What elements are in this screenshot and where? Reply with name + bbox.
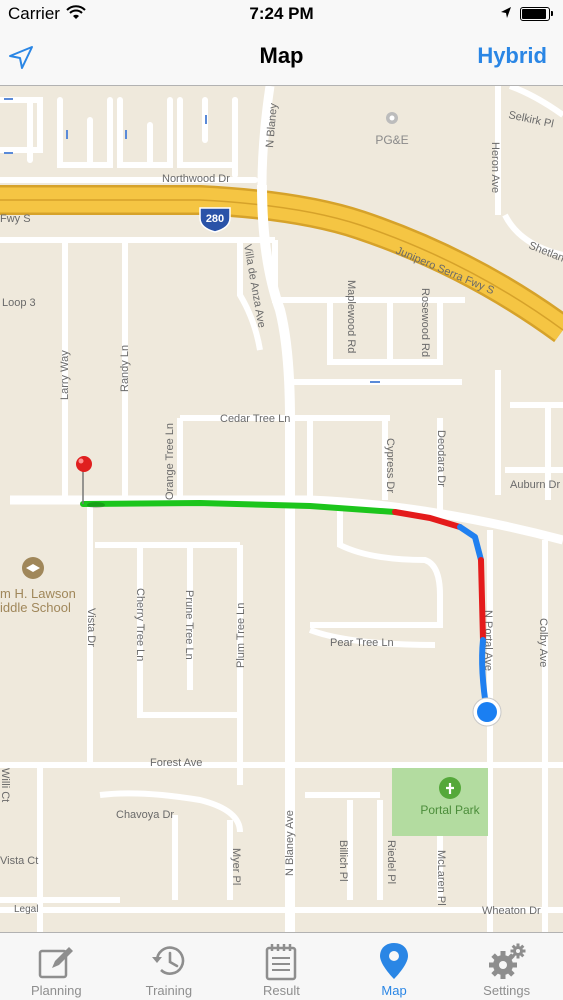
tab-settings[interactable]: Settings — [450, 933, 563, 1000]
road-label-maplewood: Maplewood Rd — [345, 280, 357, 353]
road-label-billich: Billich Pl — [337, 840, 349, 882]
legal-link[interactable]: Legal — [14, 904, 38, 915]
road-label-mclaren: McLaren Pl — [435, 850, 447, 906]
road-label-myer: Myer Pl — [230, 848, 242, 885]
tab-map[interactable]: Map — [338, 933, 451, 1000]
road-label-cypress: Cypress Dr — [384, 438, 396, 493]
portal-park-label: Portal Park — [420, 803, 480, 817]
road-label-riedel: Riedel Pl — [385, 840, 397, 884]
road-label-loop3: Loop 3 — [2, 297, 36, 309]
tab-bar: Planning Training Result Map Settings — [0, 932, 563, 1000]
current-location-dot — [472, 697, 502, 727]
location-services-icon — [501, 7, 511, 18]
road-label-wheaton: Wheaton Dr — [482, 905, 541, 917]
school-label-line2: iddle School — [0, 600, 71, 615]
road-label-northwood: Northwood Dr — [162, 173, 230, 185]
map-canvas[interactable]: Portal Park PG&E 280 Northwood Dr Fwy S … — [0, 86, 563, 932]
map-pin-icon — [380, 943, 409, 979]
notepad-icon — [266, 944, 297, 981]
road-label-vista-ct: Vista Ct — [0, 855, 38, 867]
tab-result[interactable]: Result — [225, 933, 338, 1000]
tab-label-map: Map — [381, 983, 407, 998]
pencil-note-icon — [39, 947, 74, 979]
route-segment-slow-2 — [478, 557, 486, 643]
road-label-vista-dr: Vista Dr — [85, 608, 97, 647]
status-time: 7:24 PM — [249, 4, 314, 23]
road-label-auburn: Auburn Dr — [510, 479, 560, 491]
school-label-line1: m H. Lawson — [0, 586, 76, 601]
road-label-chavoya: Chavoya Dr — [116, 809, 174, 821]
svg-text:280: 280 — [206, 213, 224, 225]
tab-label-settings: Settings — [483, 983, 531, 998]
tab-label-result: Result — [263, 983, 300, 998]
road-label-cedar: Cedar Tree Ln — [220, 413, 290, 425]
road-label-forest: Forest Ave — [150, 757, 202, 769]
road-label-heron: Heron Ave — [489, 142, 501, 193]
road-label-orange: Orange Tree Ln — [164, 423, 176, 500]
road-label-fwy-left: Fwy S — [0, 213, 31, 225]
road-label-n-blaney: N Blaney Ave — [284, 810, 296, 876]
road-label-plum: Plum Tree Ln — [235, 603, 247, 668]
road-label-colby: Colby Ave — [537, 618, 549, 667]
battery-icon — [520, 7, 553, 21]
tab-label-training: Training — [145, 983, 193, 998]
road-label-willow: Willi Ct — [0, 768, 11, 802]
road-label-larry: Larry Way — [59, 350, 71, 400]
history-clock-icon — [151, 946, 185, 975]
road-label-prune: Prune Tree Ln — [183, 590, 195, 660]
tab-training[interactable]: Training — [113, 933, 226, 1000]
road-label-rosewood: Rosewood Rd — [419, 288, 431, 357]
map-view[interactable]: Portal Park PG&E 280 Northwood Dr Fwy S … — [0, 86, 563, 932]
status-bar: Carrier 7:24 PM — [0, 0, 563, 28]
tab-label-planning: Planning — [30, 983, 82, 998]
hybrid-button[interactable]: Hybrid — [477, 43, 547, 69]
road-label-pear: Pear Tree Ln — [330, 637, 394, 649]
gears-icon — [488, 943, 526, 979]
road-label-randy: Randy Ln — [119, 345, 131, 392]
tab-planning[interactable]: Planning — [0, 933, 113, 1000]
road-label-cherry: Cherry Tree Ln — [134, 588, 146, 661]
road-label-deodara: Deodara Dr — [435, 430, 447, 487]
navigation-bar: Map Hybrid — [0, 28, 563, 86]
pge-label: PG&E — [375, 133, 408, 147]
portal-park-area — [392, 768, 488, 836]
